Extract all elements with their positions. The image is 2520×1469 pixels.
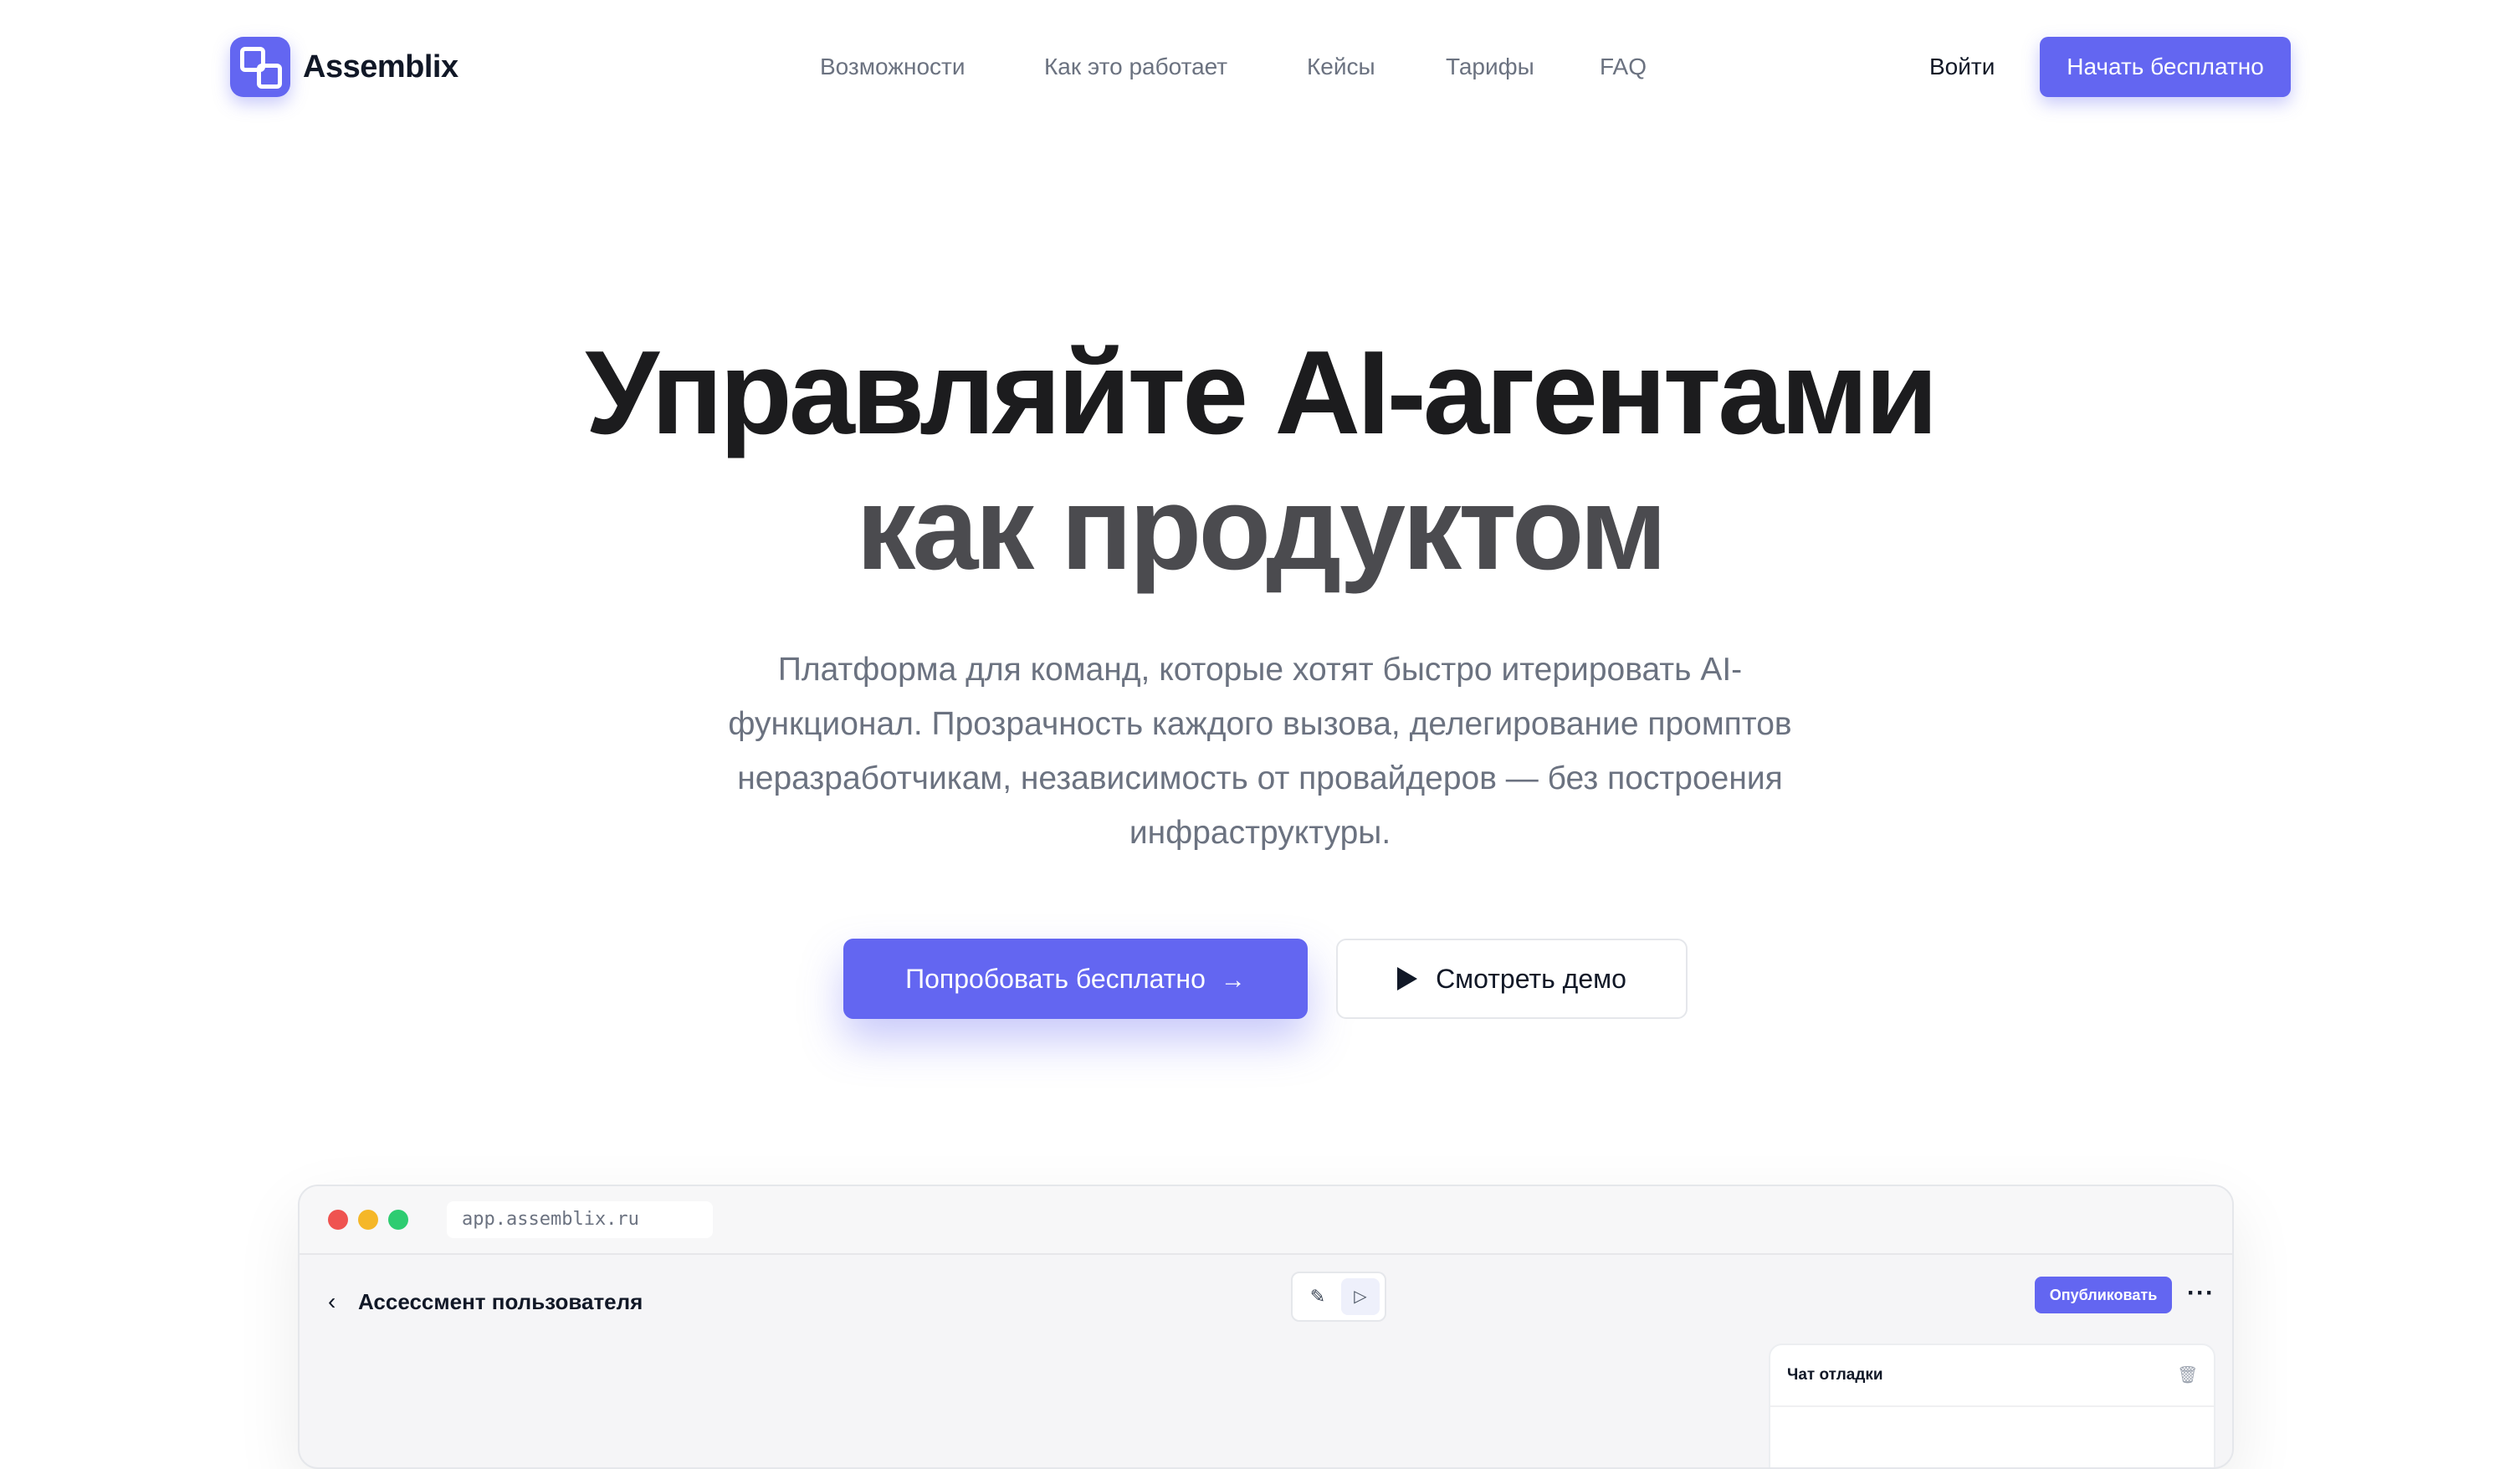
try-free-label: Попробовать бесплатно xyxy=(905,964,1206,994)
nav-link-faq[interactable]: FAQ xyxy=(1600,47,1647,87)
edit-run-toggle: ✎ ▷ xyxy=(1291,1272,1386,1322)
address-bar: app.assemblix.ru xyxy=(447,1201,713,1238)
nav-link-how-it-works[interactable]: Как это работает xyxy=(1044,47,1227,87)
hero-subtitle: Платформа для команд, которые хотят быст… xyxy=(728,652,1792,851)
edit-icon[interactable]: ✎ xyxy=(1299,1280,1336,1313)
nav-link-cases[interactable]: Кейсы xyxy=(1307,47,1375,87)
brand-name[interactable]: Assemblix xyxy=(303,44,458,90)
nav-link-features[interactable]: Возможности xyxy=(820,47,965,87)
arrow-right-icon: → xyxy=(1220,966,1246,994)
back-chevron-icon[interactable]: ‹ xyxy=(328,1288,335,1315)
logo-icon[interactable] xyxy=(230,37,290,97)
watch-demo-button[interactable]: Смотреть демо xyxy=(1336,939,1688,1019)
app-page-title: Ассессмент пользователя xyxy=(358,1289,643,1314)
login-link[interactable]: Войти xyxy=(1929,47,1995,87)
try-free-button[interactable]: Попробовать бесплатно → xyxy=(843,939,1308,1019)
start-free-button[interactable]: Начать бесплатно xyxy=(2040,37,2291,97)
more-icon[interactable]: ··· xyxy=(2187,1277,2215,1310)
watch-demo-label: Смотреть демо xyxy=(1436,964,1626,994)
run-icon[interactable]: ▷ xyxy=(1341,1278,1380,1315)
debug-chat-title: Чат отладки xyxy=(1787,1366,1883,1384)
window-close-dot xyxy=(328,1210,348,1230)
publish-button[interactable]: Опубликовать xyxy=(2035,1277,2172,1313)
hero-title: Управляйте AI-агентами xyxy=(585,326,1938,459)
hero-title-secondary: как продуктом xyxy=(856,462,1667,595)
app-preview-window: app.assemblix.ru ‹ Ассессмент пользовате… xyxy=(298,1185,2234,1469)
play-icon xyxy=(1397,966,1418,990)
window-maximize-dot xyxy=(388,1210,408,1230)
window-minimize-dot xyxy=(358,1210,378,1230)
window-titlebar: app.assemblix.ru xyxy=(300,1186,2232,1255)
nav-link-pricing[interactable]: Тарифы xyxy=(1446,47,1534,87)
trash-icon[interactable]: 🗑 xyxy=(2177,1364,2198,1387)
debug-chat-header: Чат отладки 🗑 xyxy=(1770,1345,2214,1407)
